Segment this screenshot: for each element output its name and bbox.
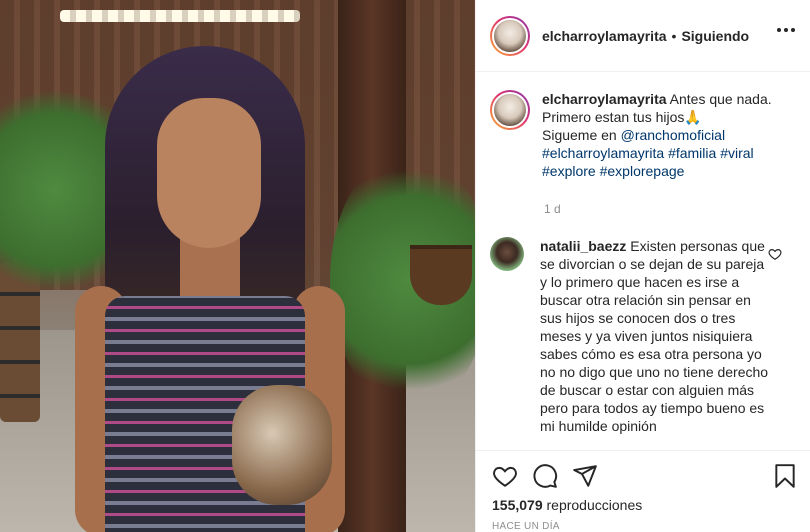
heart-icon[interactable] — [492, 463, 518, 489]
mention-link[interactable]: @ranchomoficial — [621, 127, 725, 143]
video-player[interactable] — [0, 0, 475, 532]
hashtag-link[interactable]: #explorepage — [600, 163, 685, 179]
share-icon[interactable] — [572, 463, 598, 489]
bookmark-icon[interactable] — [772, 463, 798, 489]
post-header: elcharroylamayrita • Siguiendo — [476, 0, 810, 72]
caption-avatar[interactable] — [490, 90, 530, 130]
post-caption: elcharroylamayrita Antes que nada. Prime… — [490, 90, 800, 180]
hashtag-link[interactable]: #elcharroylamayrita — [542, 145, 664, 161]
caption-username[interactable]: elcharroylamayrita — [542, 91, 667, 107]
comment-icon[interactable] — [532, 463, 558, 489]
hashtag-link[interactable]: #familia — [668, 145, 716, 161]
post-side-panel: elcharroylamayrita • Siguiendo elcharroy… — [475, 0, 810, 532]
views-label: reproducciones — [546, 497, 643, 513]
more-options-icon[interactable] — [777, 28, 795, 32]
caption-line2-prefix: Sigueme en — [542, 127, 621, 143]
background-lights — [60, 10, 300, 22]
hashtag-link[interactable]: #explore — [542, 163, 596, 179]
post-date[interactable]: HACE UN DÍA — [492, 521, 560, 532]
commenter-avatar[interactable] — [490, 237, 524, 271]
post-actions: 155,079 reproducciones HACE UN DÍA — [476, 450, 810, 532]
profile-avatar[interactable] — [490, 15, 530, 56]
pray-emoji: 🙏 — [684, 109, 702, 125]
views-number: 155,079 — [492, 497, 543, 513]
comment-text: natalii_baezz Existen personas que se di… — [540, 237, 772, 445]
hashtag-link[interactable]: #viral — [720, 145, 753, 161]
comment-item: natalii_baezz Existen personas que se di… — [490, 237, 800, 445]
view-count[interactable]: 155,079 reproducciones — [492, 497, 642, 513]
header-separator: • — [671, 27, 677, 44]
video-subject-puppy — [232, 385, 332, 505]
background-hanging-pot — [410, 245, 472, 305]
comment-username[interactable]: natalii_baezz — [540, 238, 626, 254]
header-username[interactable]: elcharroylamayrita — [542, 28, 667, 44]
comment-like-heart-icon[interactable] — [768, 247, 782, 261]
following-button[interactable]: Siguiendo — [681, 28, 749, 44]
comment-body: Existen personas que se divorcian o se d… — [540, 238, 769, 434]
caption-text: elcharroylamayrita Antes que nada. Prime… — [542, 90, 800, 180]
caption-timestamp[interactable]: 1 d — [544, 202, 561, 216]
